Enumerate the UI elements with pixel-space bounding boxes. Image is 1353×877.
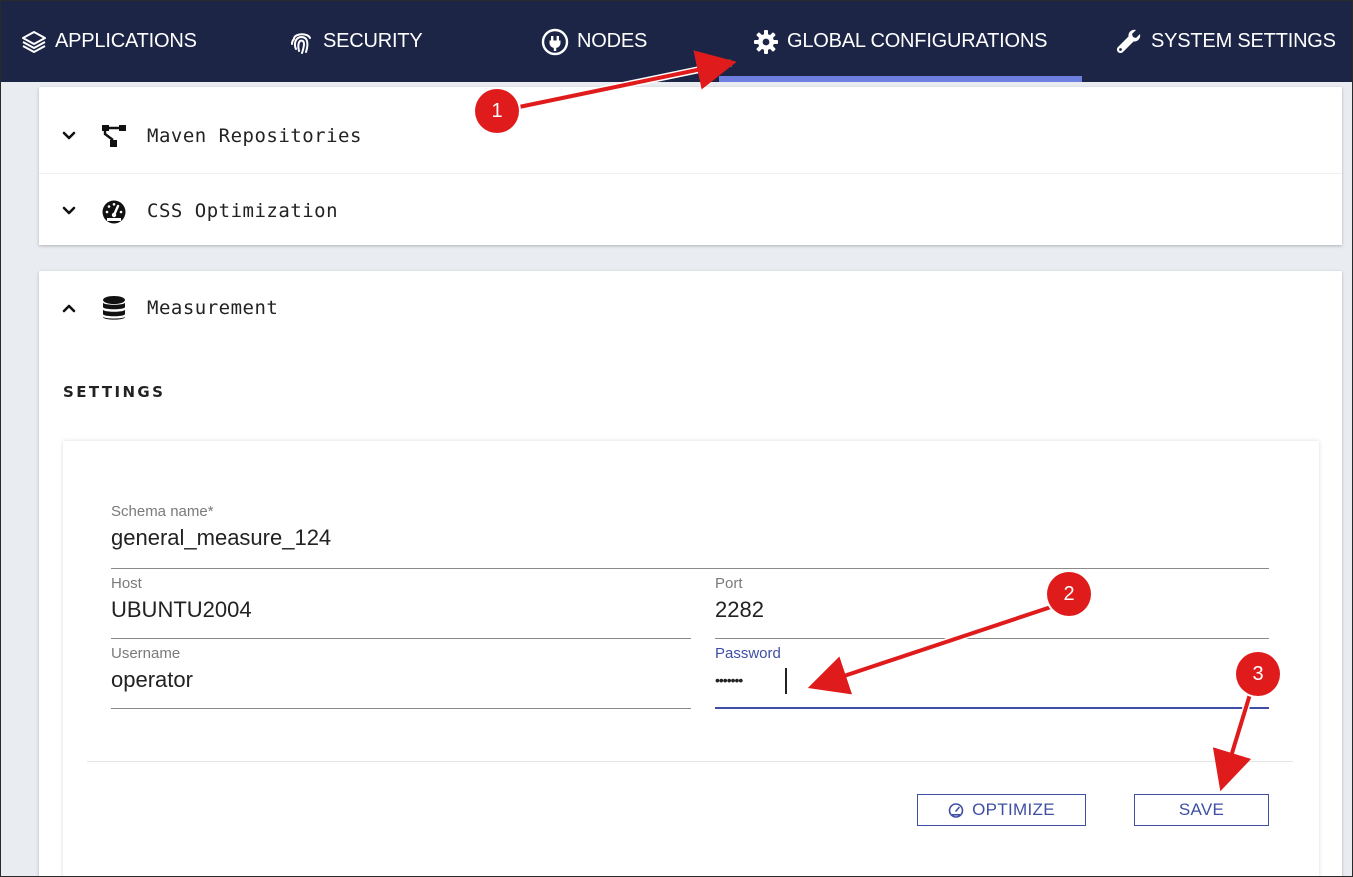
port-value: 2282 [715,597,764,622]
field-underline [111,708,691,709]
text-caret [785,668,787,694]
nav-tab-label: NODES [577,30,648,52]
nav-tab-label: APPLICATIONS [55,30,197,52]
host-field[interactable]: Host UBUNTU2004 [111,575,691,639]
username-field[interactable]: Username operator [111,645,691,709]
app-frame: APPLICATIONS SECURITY NODES GLOBAL CONFI… [0,0,1353,877]
accordion-header-maven-repositories[interactable]: Maven Repositories [39,99,1342,173]
schema-name-value: general_measure_124 [111,525,332,550]
annotation-badge-1: 1 [475,89,519,133]
database-icon [103,296,125,320]
host-value: UBUNTU2004 [111,597,252,622]
save-button[interactable]: SAVE [1134,794,1269,826]
optimize-button-label: OPTIMIZE [972,800,1055,819]
username-label: Username [111,645,181,662]
field-underline [111,568,1269,569]
accordion-title: Maven Repositories [147,125,362,147]
settings-heading: SETTINGS [63,383,166,401]
gauge-icon [948,803,964,818]
form-divider [87,761,1293,762]
active-tab-indicator [719,76,1082,82]
chevron-up-icon [62,304,76,313]
accordion-title: Measurement [147,297,279,319]
wrench-icon [1115,28,1143,56]
plug-icon [541,28,569,56]
schema-name-field[interactable]: Schema name* general_measure_124 [111,503,1269,569]
collapsed-panels-card: Maven Repositories CSS Optimization [39,87,1342,245]
gauge-icon [102,200,126,224]
measurement-panel: Measurement SETTINGS Schema name* genera… [39,271,1342,876]
annotation-badge-3: 3 [1236,652,1280,696]
field-underline-focused [715,707,1269,709]
nav-tab-security[interactable]: SECURITY [289,1,423,82]
password-label: Password [715,645,781,662]
annotation-badge-2: 2 [1047,572,1091,616]
username-value: operator [111,667,193,692]
fingerprint-icon [289,29,315,55]
nav-tab-applications[interactable]: APPLICATIONS [21,1,197,82]
optimize-button[interactable]: OPTIMIZE [917,794,1086,826]
port-field[interactable]: Port 2282 [715,575,1269,639]
schema-name-label: Schema name* [111,503,214,520]
nav-tab-label: SECURITY [323,30,423,52]
password-field[interactable]: Password ••••••• [715,645,1269,709]
settings-form-card: Schema name* general_measure_124 Host UB… [63,441,1319,876]
nav-tab-label: GLOBAL CONFIGURATIONS [787,30,1048,52]
save-button-label: SAVE [1178,800,1225,819]
accordion-header-css-optimization[interactable]: CSS Optimization [39,173,1342,248]
field-underline [715,638,1269,639]
nav-tab-label: SYSTEM SETTINGS [1151,30,1336,52]
chevron-down-icon [62,131,76,140]
layers-icon [21,30,47,54]
nav-tab-system-settings[interactable]: SYSTEM SETTINGS [1115,1,1336,82]
nav-tab-global-configurations[interactable]: GLOBAL CONFIGURATIONS [753,1,1047,82]
sitemap-icon [102,125,126,147]
chevron-down-icon [62,206,76,215]
host-label: Host [111,575,142,592]
accordion-title: CSS Optimization [147,200,339,222]
gear-icon [753,29,779,55]
field-underline [111,638,691,639]
top-nav: APPLICATIONS SECURITY NODES GLOBAL CONFI… [1,1,1352,82]
nav-tab-nodes[interactable]: NODES [541,1,647,82]
password-value: ••••••• [715,672,743,688]
accordion-header-measurement[interactable]: Measurement [39,271,1342,345]
port-label: Port [715,575,743,592]
